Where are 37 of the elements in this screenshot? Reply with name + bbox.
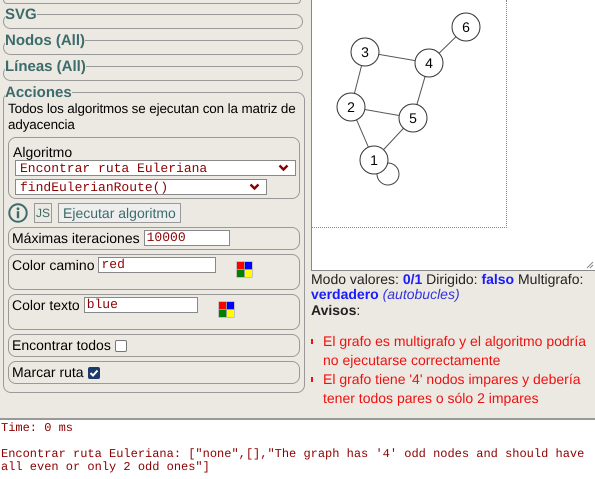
info-icon[interactable] <box>8 203 28 223</box>
output-line: Time: 0 ms <box>1 422 74 435</box>
color-field[interactable]: blue <box>84 297 198 313</box>
iterations-field[interactable]: 10000 <box>144 230 230 246</box>
color-field[interactable]: red <box>98 257 216 273</box>
checkbox[interactable] <box>88 367 100 379</box>
graph-summary: Modo valores: 0/1 Dirigido: falso Multigrafo: verdadero (autobucles) <box>311 272 584 302</box>
warnings-title: Avisos: <box>311 302 362 318</box>
resize-grip-icon[interactable] <box>586 261 594 269</box>
section-legend[interactable]: Nodos (All) <box>5 32 85 49</box>
js-button[interactable]: JS <box>34 203 52 223</box>
section-legend[interactable]: Líneas (All) <box>5 58 86 75</box>
graph-node[interactable]: 2 <box>336 92 366 122</box>
option-label: Máximas iteraciones <box>12 230 140 246</box>
option-label: Marcar ruta <box>12 364 84 380</box>
description-text: Todos los algoritmos se ejecutan con la matriz de adyacencia <box>8 101 297 133</box>
graph-node[interactable]: 4 <box>414 48 444 78</box>
graph-node[interactable]: 3 <box>350 38 380 66</box>
color-palette-icon[interactable] <box>236 261 254 278</box>
checkbox[interactable] <box>114 340 127 352</box>
warning-text: El grafo tiene '4' nodos impares y debería tener todos pares o sólo 2 impares <box>323 370 582 408</box>
option-label: Color texto <box>12 297 80 313</box>
algorithm-select[interactable]: Encontrar ruta Euleriana <box>15 160 296 176</box>
chevron-down-icon <box>249 183 260 191</box>
function-select[interactable]: findEulerianRoute() <box>15 179 267 195</box>
option-label: Color camino <box>12 257 94 273</box>
output-line: Encontrar ruta Euleriana: ["none",[],"The graph has '4' odd nodes and should have all even or only 2 odd ones"] <box>1 448 586 474</box>
graph-node[interactable]: 6 <box>452 12 480 42</box>
section-legend[interactable]: SVG <box>5 6 37 23</box>
warning-text: El grafo es multigrafo y el algoritmo podría no ejecutarse correctamente <box>323 332 588 370</box>
option-label: Encontrar todos <box>12 337 111 353</box>
color-palette-icon[interactable] <box>218 301 235 318</box>
chevron-down-icon <box>278 164 289 172</box>
run-algorithm-button[interactable]: Ejecutar algoritmo <box>58 203 181 223</box>
graph-node[interactable]: 5 <box>398 104 428 132</box>
algorithm-label: Algoritmo <box>13 144 74 160</box>
section-legend[interactable]: Acciones <box>5 84 72 101</box>
